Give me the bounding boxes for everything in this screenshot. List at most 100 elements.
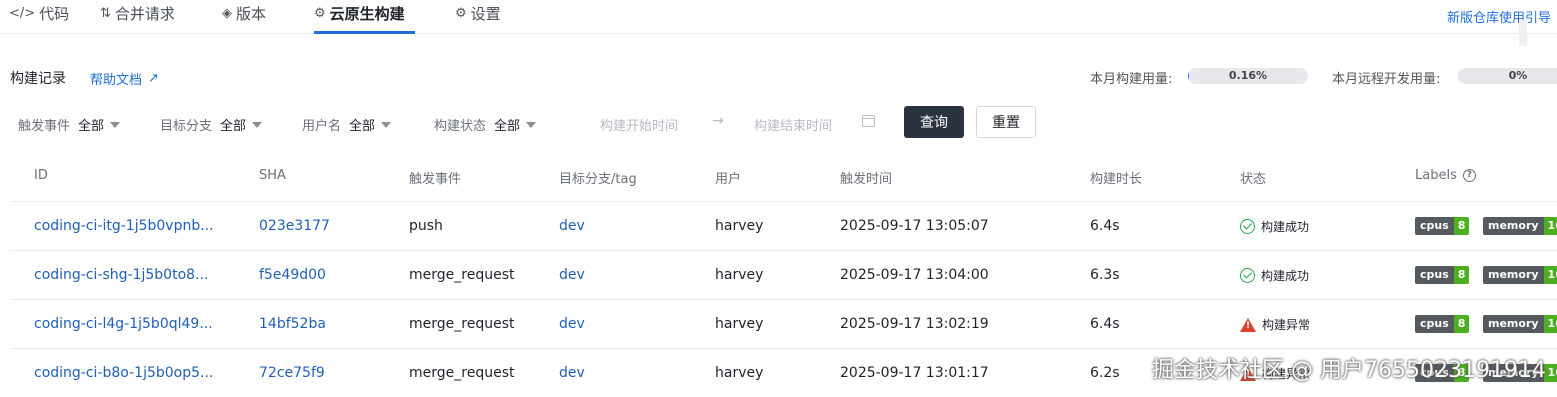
status-badge: 构建异常 <box>1240 316 1310 333</box>
badge-key: cpus <box>1415 315 1454 333</box>
build-id-link[interactable]: coding-ci-b8o-1j5b0op5... <box>34 365 213 381</box>
filter-value: 全部 <box>349 119 376 134</box>
column-header-user: 用户 <box>715 172 742 187</box>
commit-sha-link[interactable]: 72ce75f9 <box>259 365 325 381</box>
reset-button[interactable]: 重置 <box>976 106 1036 138</box>
filter-value: 全部 <box>78 119 105 134</box>
calendar-icon[interactable] <box>862 115 875 127</box>
tab-label: 版本 <box>236 4 267 23</box>
tab-label: 代码 <box>39 4 70 23</box>
user-name: harvey <box>715 218 764 234</box>
commit-sha-link[interactable]: 023e3177 <box>259 218 330 234</box>
trigger-event: merge_request <box>409 365 515 381</box>
tab-label: 云原生构建 <box>329 4 405 23</box>
external-link-icon: ↗ <box>148 71 159 86</box>
column-header-labels-text: Labels <box>1415 168 1457 183</box>
status-badge: 构建成功 <box>1240 218 1309 235</box>
remote-usage-bar: 0% <box>1458 68 1557 84</box>
trigger-time: 2025-09-17 13:05:07 <box>840 218 989 234</box>
filter-username[interactable]: 用户名 全部 <box>302 115 392 134</box>
filter-build-status[interactable]: 构建状态 全部 <box>434 115 537 134</box>
chevron-down-icon <box>110 121 121 128</box>
build-id-link[interactable]: coding-ci-l4g-1j5b0ql49... <box>34 316 213 332</box>
build-duration: 6.3s <box>1090 267 1120 283</box>
chevron-down-icon <box>526 121 537 128</box>
build-id-link[interactable]: coding-ci-shg-1j5b0to8... <box>34 267 208 283</box>
filter-trigger-event[interactable]: 触发事件 全部 <box>18 115 121 134</box>
status-text: 构建成功 <box>1261 220 1310 234</box>
help-icon[interactable]: ? <box>1462 169 1476 182</box>
chevron-down-icon <box>252 121 263 128</box>
remote-usage-label: 本月远程开发用量: <box>1332 72 1441 87</box>
build-end-time-input[interactable]: 构建结束时间 <box>754 115 832 134</box>
query-button[interactable]: 查询 <box>904 106 964 138</box>
warning-icon <box>1240 317 1256 332</box>
badge-key: memory <box>1483 266 1544 284</box>
build-usage-label: 本月构建用量: <box>1090 72 1173 87</box>
filter-label: 构建状态 <box>434 119 487 134</box>
build-duration: 6.4s <box>1090 316 1120 332</box>
help-docs-link[interactable]: 帮助文档 ↗ <box>90 69 159 88</box>
badge-key: memory <box>1483 217 1544 235</box>
tab-code[interactable]: </> 代码 <box>9 3 69 23</box>
gear-icon: ⚙ <box>455 5 467 21</box>
top-navigation: </> 代码 ⇅ 合并请求 ◈ 版本 ⚙ 云原生构建 ⚙ 设置 新版仓库使用引导 <box>0 0 1557 46</box>
check-circle-icon <box>1240 219 1255 234</box>
user-name: harvey <box>715 316 764 332</box>
table-row[interactable]: coding-ci-l4g-1j5b0ql49... 14bf52ba merge_… <box>0 300 1557 348</box>
commit-sha-link[interactable]: f5e49d00 <box>259 267 326 283</box>
commit-sha-link[interactable]: 14bf52ba <box>259 316 326 332</box>
cpus-label-badge: cpus 8 <box>1415 266 1470 284</box>
check-circle-icon <box>1240 268 1255 283</box>
active-tab-indicator <box>314 31 415 34</box>
trigger-event: merge_request <box>409 267 515 283</box>
table-row[interactable]: coding-ci-shg-1j5b0to8... f5e49d00 merge_r… <box>0 251 1557 299</box>
filter-label: 触发事件 <box>18 119 71 134</box>
tab-cloud-native-build[interactable]: ⚙ 云原生构建 <box>314 3 405 23</box>
build-id-link[interactable]: coding-ci-itg-1j5b0vpnb... <box>34 218 214 234</box>
column-header-status: 状态 <box>1240 172 1267 187</box>
chevron-down-icon <box>381 121 392 128</box>
cpus-label-badge: cpus 8 <box>1415 315 1470 333</box>
help-docs-label: 帮助文档 <box>90 73 143 88</box>
filter-value: 全部 <box>494 119 521 134</box>
branch-link[interactable]: dev <box>559 365 585 381</box>
badge-value: 16 <box>1543 217 1557 235</box>
tab-label: 合并请求 <box>114 4 175 23</box>
badge-value: 16 <box>1543 266 1557 284</box>
branch-link[interactable]: dev <box>559 316 585 332</box>
badge-value: 8 <box>1453 266 1470 284</box>
build-duration: 6.4s <box>1090 218 1120 234</box>
scrollbar[interactable] <box>1519 20 1527 46</box>
badge-key: cpus <box>1415 217 1454 235</box>
build-start-time-input[interactable]: 构建开始时间 <box>600 115 678 134</box>
trigger-event: merge_request <box>409 316 515 332</box>
tab-label: 设置 <box>470 4 501 23</box>
branch-link[interactable]: dev <box>559 218 585 234</box>
memory-label-badge: memory16 <box>1483 315 1557 333</box>
date-range-arrow-icon: → <box>712 113 724 129</box>
column-header-branch: 目标分支/tag <box>559 172 637 187</box>
tab-merge-requests[interactable]: ⇅ 合并请求 <box>100 3 175 23</box>
filter-value: 全部 <box>220 119 247 134</box>
branch-link[interactable]: dev <box>559 267 585 283</box>
badge-key: cpus <box>1415 266 1454 284</box>
filter-target-branch[interactable]: 目标分支 全部 <box>160 115 263 134</box>
tab-settings[interactable]: ⚙ 设置 <box>455 3 501 23</box>
badge-value: 8 <box>1453 315 1470 333</box>
column-header-labels: Labels ? <box>1415 168 1476 183</box>
tab-releases[interactable]: ◈ 版本 <box>222 3 266 23</box>
column-header-event: 触发事件 <box>409 172 462 187</box>
page-title: 构建记录 <box>10 71 66 87</box>
build-icon: ⚙ <box>314 5 326 21</box>
table-row[interactable]: coding-ci-itg-1j5b0vpnb... 023e3177 push de… <box>0 202 1557 250</box>
status-text: 构建成功 <box>1261 269 1310 283</box>
remote-usage-value: 0% <box>1508 69 1528 82</box>
filter-label: 目标分支 <box>160 119 213 134</box>
column-header-id: ID <box>34 168 48 183</box>
build-duration: 6.2s <box>1090 365 1120 381</box>
new-repo-guide-link[interactable]: 新版仓库使用引导 <box>1447 7 1551 26</box>
column-header-duration: 构建时长 <box>1090 172 1143 187</box>
status-text: 构建异常 <box>1262 318 1311 332</box>
build-usage-bar: 0.16% <box>1188 68 1308 84</box>
